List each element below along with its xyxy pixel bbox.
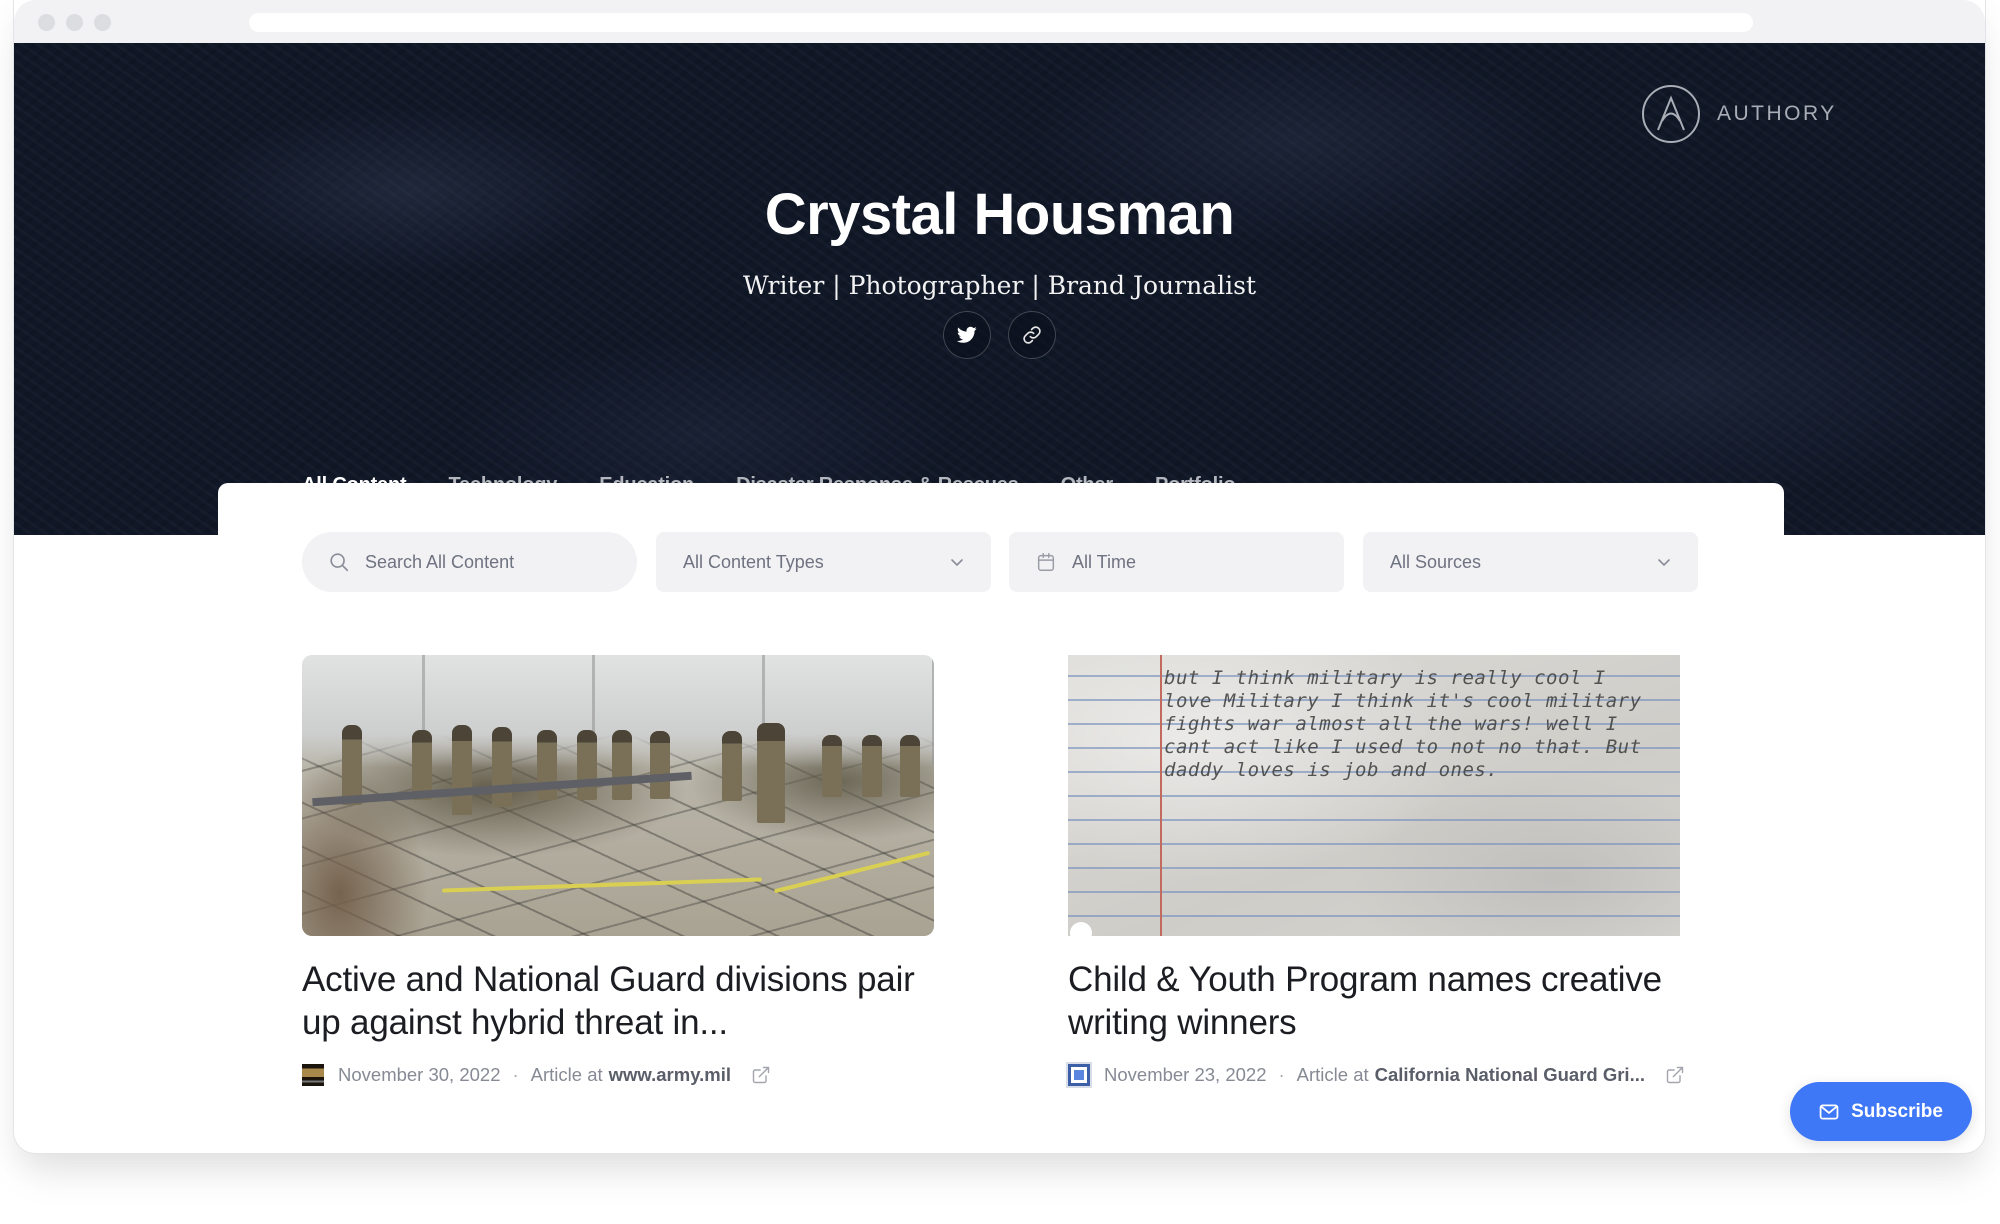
browser-window: AUTHORY Crystal Housman Writer | Photogr… [13,0,1986,1154]
figure [492,727,512,807]
external-link-button[interactable] [1665,1065,1685,1085]
address-bar[interactable] [249,13,1753,32]
chevron-down-icon [951,559,963,567]
article-meta: November 23, 2022 · Article at Californi… [1066,1062,1685,1088]
mail-icon [1819,1103,1839,1120]
website-link-button[interactable] [1008,311,1056,359]
article-type: Article at [1296,1064,1369,1085]
subscribe-label: Subscribe [1851,1100,1943,1122]
twitter-button[interactable] [943,311,991,359]
profile-tagline: Writer | Photographer | Brand Journalist [742,271,1256,300]
authory-logo-icon [1642,85,1700,143]
twitter-icon [957,326,977,343]
article-title[interactable]: Active and National Guard divisions pair… [302,958,942,1044]
time-range-value: All Time [1072,551,1137,572]
article-type: Article at [530,1064,603,1085]
figure [452,725,472,815]
search-icon [330,553,349,572]
window-close-dot[interactable] [38,14,55,31]
brand-name: AUTHORY [1717,102,1837,125]
external-link-icon [1666,1066,1684,1084]
browser-chrome [14,0,1985,43]
article-source: www.army.mil [608,1064,731,1085]
article-title[interactable]: Child & Youth Program names creative wri… [1068,958,1708,1044]
figure [900,735,920,797]
article-date: November 23, 2022 [1104,1064,1267,1085]
external-link-icon [752,1066,770,1084]
sources-value: All Sources [1390,551,1482,572]
article-date: November 30, 2022 [338,1064,501,1085]
external-link-button[interactable] [751,1065,771,1085]
search-placeholder: Search All Content [365,551,515,572]
cng-source-icon [1066,1062,1092,1088]
article-meta: November 30, 2022 · Article at www.army.… [302,1064,771,1086]
subscribe-button[interactable]: Subscribe [1790,1082,1972,1141]
tape-line [442,877,762,893]
sources-dropdown[interactable]: All Sources [1363,532,1698,592]
calendar-icon [1037,553,1055,571]
article-thumbnail-soldiers[interactable] [302,655,934,936]
content-types-dropdown[interactable]: All Content Types [656,532,991,592]
chevron-down-icon [1658,559,1670,567]
link-icon [1023,326,1041,344]
army-source-icon [302,1064,324,1086]
figure [757,723,785,823]
figure [822,735,842,797]
tape-line [773,850,931,894]
time-range-picker[interactable]: All Time [1009,532,1344,592]
figure [722,731,742,801]
article-source: California National Guard Gri... [1374,1064,1645,1085]
figure [862,735,882,797]
window-minimize-dot[interactable] [66,14,83,31]
authory-brand[interactable]: AUTHORY [1641,84,1837,144]
paper-hole [1070,922,1092,936]
handwritten-note-text: but I think military is really cool I lo… [1164,667,1642,781]
meta-separator: · [512,1064,519,1085]
search-input[interactable]: Search All Content [302,532,637,592]
window-maximize-dot[interactable] [94,14,111,31]
figure [342,725,362,805]
article-thumbnail-handwritten-note[interactable]: but I think military is really cool I lo… [1068,655,1680,936]
content-types-value: All Content Types [683,551,824,572]
figure [612,730,632,800]
figure [650,731,670,799]
profile-hero: AUTHORY Crystal Housman Writer | Photogr… [14,43,1985,535]
profile-name: Crystal Housman [764,182,1235,247]
figure [577,730,597,800]
meta-separator: · [1278,1064,1285,1085]
